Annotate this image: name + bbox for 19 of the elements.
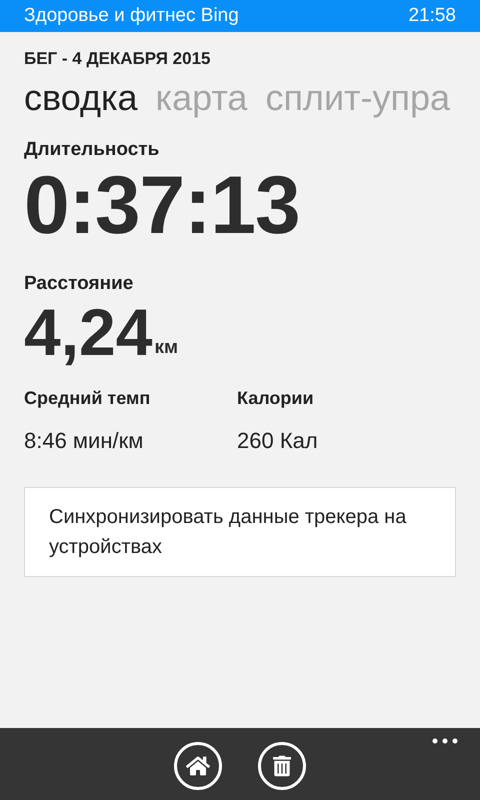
app-title: Здоровье и фитнес Bing [24,4,239,28]
stat-value: 260 Кал [237,426,319,454]
distance-unit: км [154,336,178,360]
trash-icon [273,755,291,777]
more-icon[interactable] [432,738,458,744]
sync-button[interactable]: Синхронизировать данные трекера на устройствах [24,486,456,576]
page-header: БЕГ - 4 ДЕКАБРЯ 2015 [24,48,212,70]
stat-value: 8:46 мин/км [24,426,144,454]
distance-label: Расстояние [24,272,134,296]
distance-value: 4,24 [24,298,152,364]
pivot-tab[interactable]: сводка [24,74,138,122]
home-button[interactable] [174,742,222,790]
stat-label: Средний темп [24,386,152,410]
duration-value: 0:37:13 [24,164,301,248]
clock-time: 21:58 [408,4,456,28]
duration-label: Длительность [24,138,160,162]
home-icon [186,754,210,778]
stat-label: Калории [237,386,315,410]
delete-button[interactable] [258,742,306,790]
